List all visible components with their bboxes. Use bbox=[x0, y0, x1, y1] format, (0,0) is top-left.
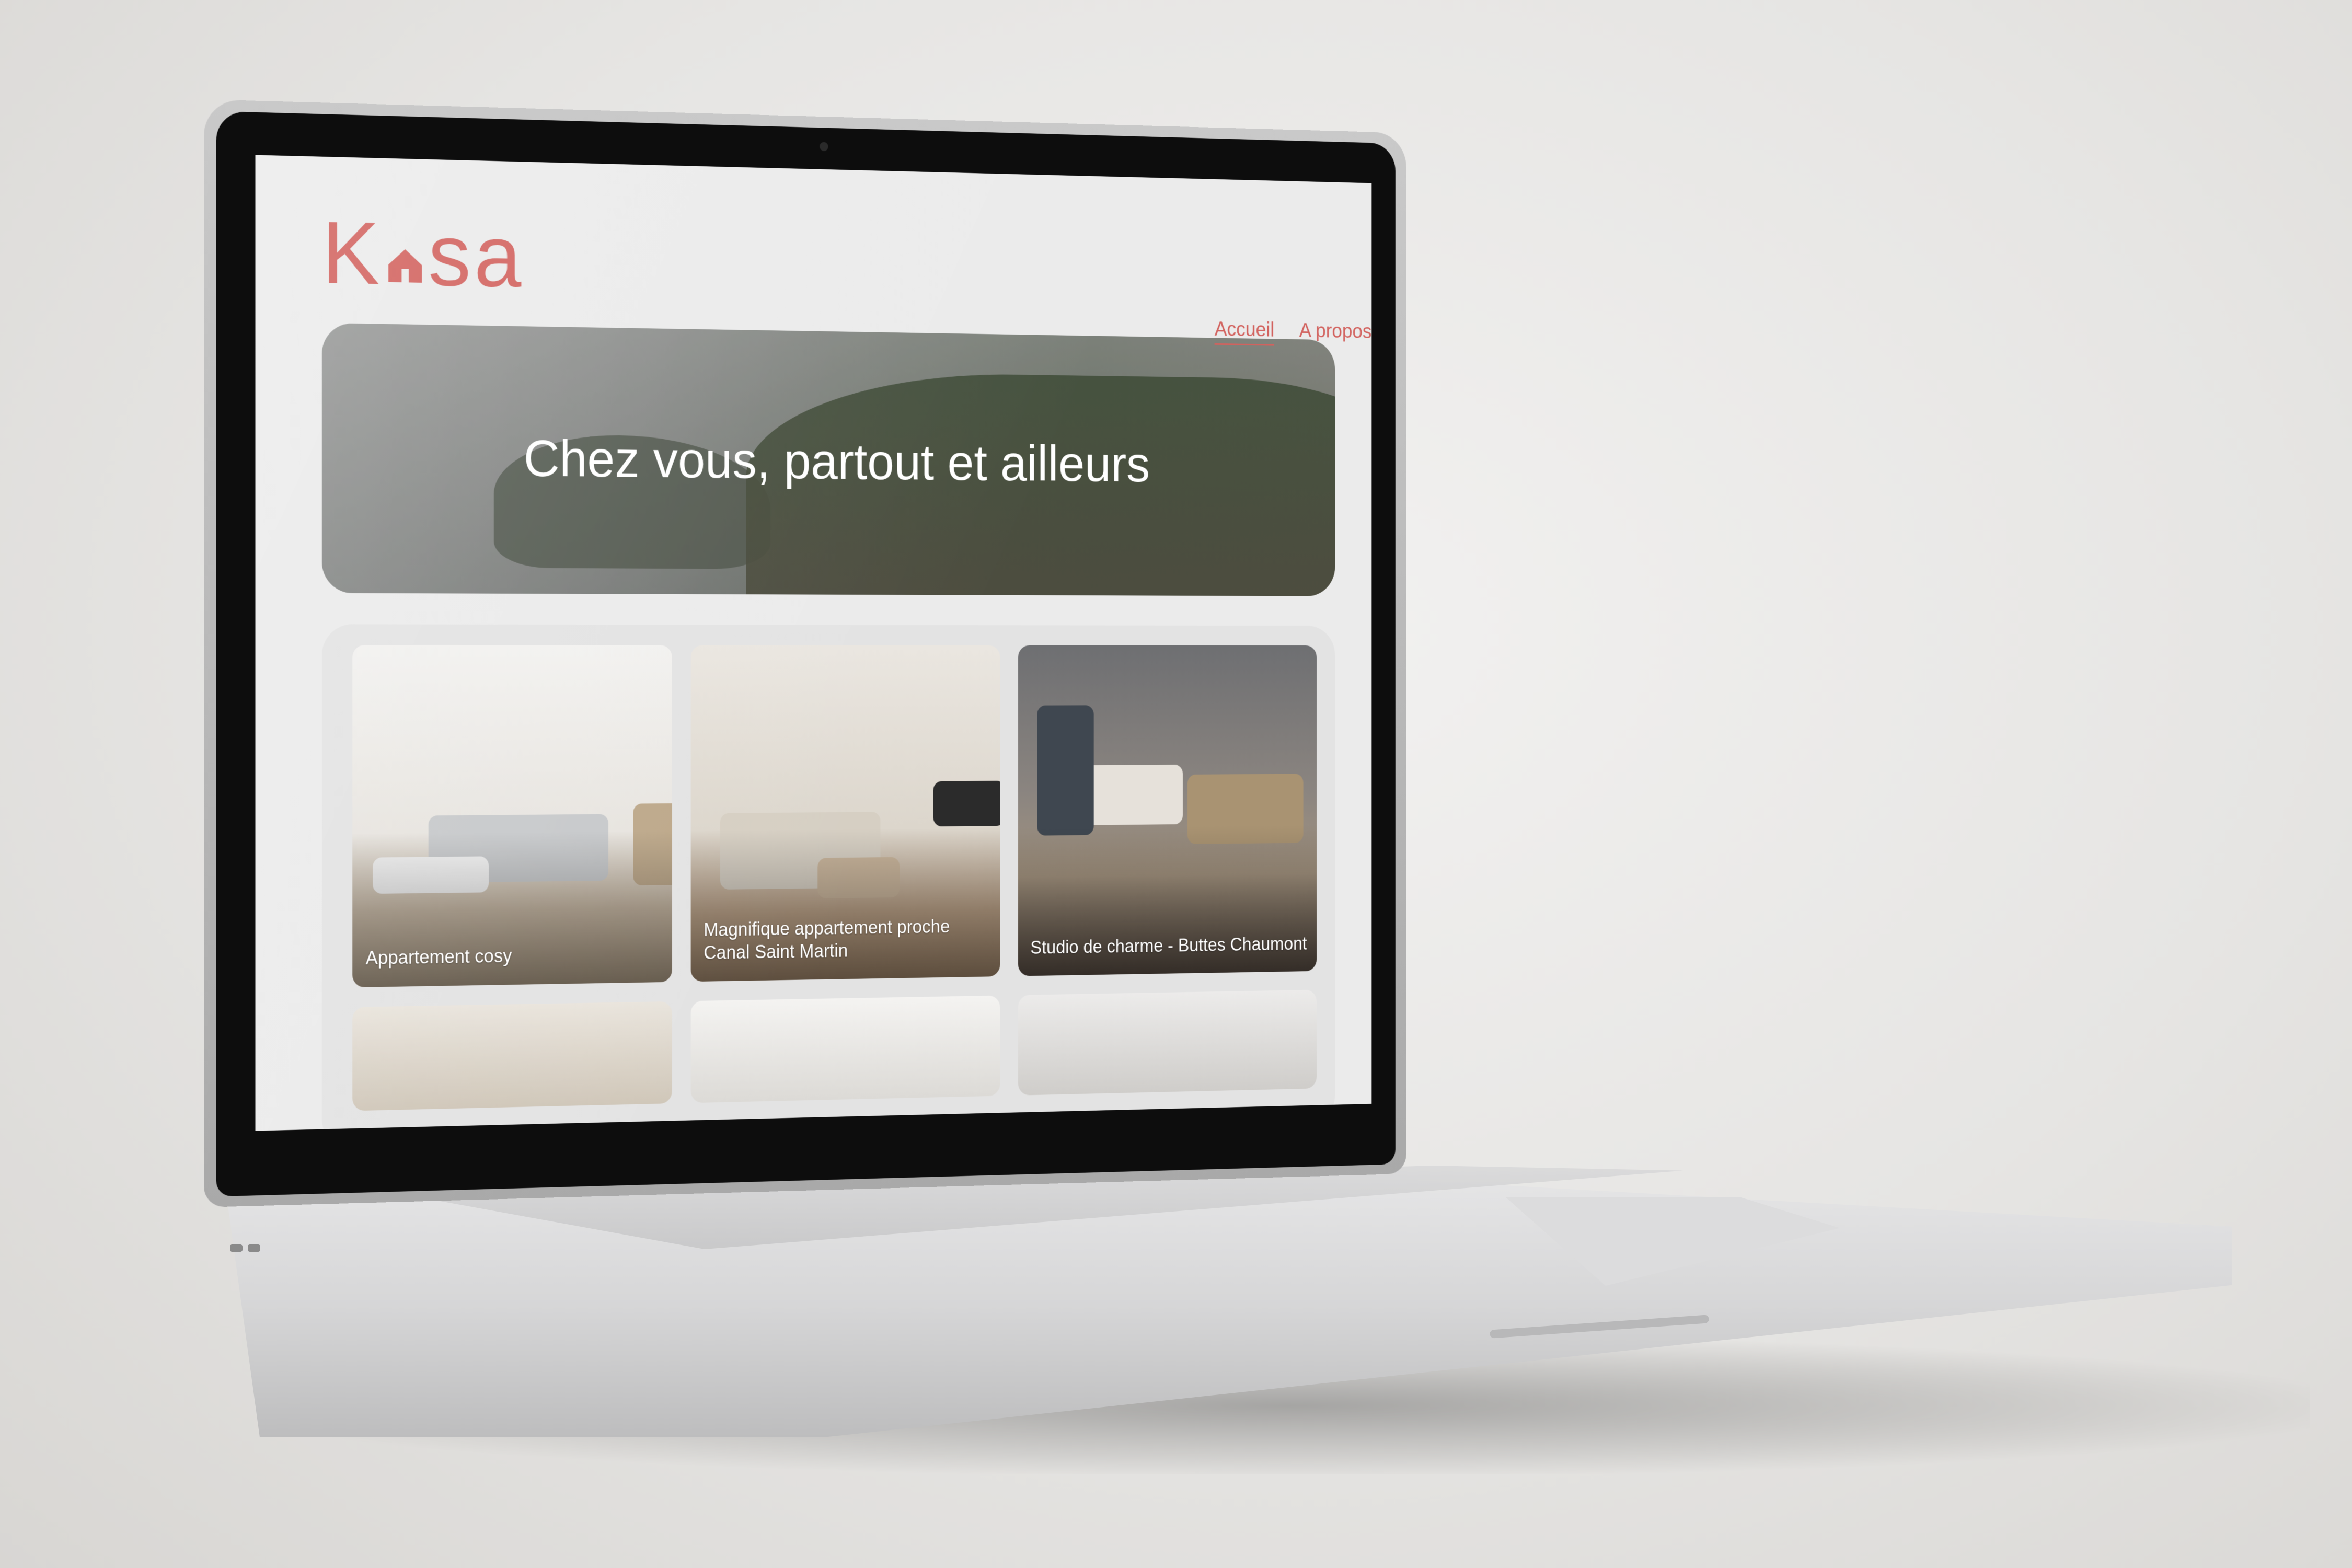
listing-cards: Appartement cosy Magnifique appartement … bbox=[352, 645, 1317, 1111]
listing-card[interactable] bbox=[690, 995, 1000, 1103]
listing-photo bbox=[352, 1001, 673, 1111]
laptop-screen: Ksa Chez vous, partout et ailleurs Accue… bbox=[255, 155, 1372, 1131]
card-gradient bbox=[1018, 645, 1317, 976]
listing-title: Appartement cosy bbox=[365, 945, 512, 969]
usb-c-port bbox=[248, 1244, 260, 1252]
usb-c-port bbox=[230, 1244, 243, 1252]
banner-title: Chez vous, partout et ailleurs bbox=[523, 430, 1150, 493]
webcam bbox=[820, 142, 828, 152]
listings-gallery: Appartement cosy Magnifique appartement … bbox=[321, 624, 1335, 1131]
logo-letters-sa: sa bbox=[428, 205, 525, 306]
listing-card[interactable]: Appartement cosy bbox=[352, 645, 673, 988]
nav-link-accueil[interactable]: Accueil bbox=[1214, 318, 1275, 346]
screen-bezel: Ksa Chez vous, partout et ailleurs Accue… bbox=[216, 111, 1396, 1197]
listing-title: Studio de charme - Buttes Chaumont bbox=[1030, 933, 1307, 958]
logo-letter-k: K bbox=[321, 203, 383, 304]
kasa-logo[interactable]: Ksa bbox=[322, 203, 524, 306]
listing-card[interactable]: Studio de charme - Buttes Chaumont bbox=[1018, 645, 1317, 976]
listing-card[interactable] bbox=[1018, 989, 1317, 1096]
card-gradient bbox=[352, 645, 673, 988]
laptop-lid: Ksa Chez vous, partout et ailleurs Accue… bbox=[204, 99, 1406, 1207]
nav-link-a-propos[interactable]: A propos bbox=[1299, 319, 1372, 347]
listing-photo bbox=[690, 995, 1000, 1103]
listing-title: Magnifique appartement proche Canal Sain… bbox=[704, 916, 950, 963]
site-header: Ksa bbox=[322, 198, 1335, 330]
listing-card[interactable] bbox=[352, 1001, 673, 1111]
main-nav: Accueil A propos bbox=[1214, 318, 1372, 348]
hero-banner: Chez vous, partout et ailleurs bbox=[321, 322, 1335, 596]
usb-ports bbox=[230, 1244, 267, 1256]
listing-card[interactable]: Magnifique appartement proche Canal Sain… bbox=[690, 645, 1000, 982]
house-icon bbox=[386, 210, 425, 283]
listing-photo bbox=[1018, 989, 1317, 1096]
